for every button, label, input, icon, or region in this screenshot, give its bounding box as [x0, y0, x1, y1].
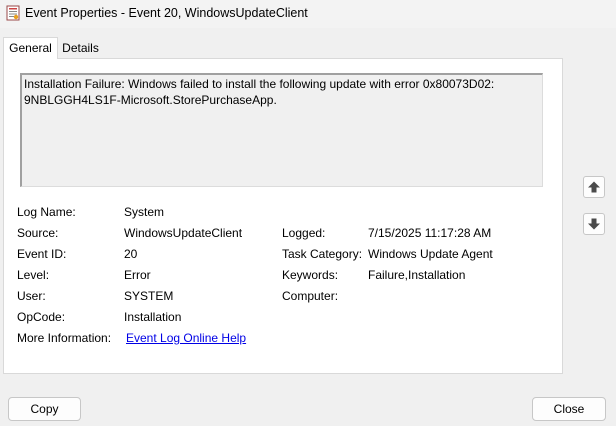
keywords-value: Failure,Installation [368, 268, 466, 282]
level-value: Error [124, 268, 151, 282]
event-id-value: 20 [124, 247, 138, 261]
keywords-label: Keywords: [282, 268, 339, 282]
previous-event-button[interactable] [583, 176, 605, 198]
logged-value: 7/15/2025 11:17:28 AM [368, 226, 492, 240]
opcode-value: Installation [124, 310, 182, 324]
opcode-label: OpCode: [17, 310, 66, 324]
event-viewer-icon [6, 5, 20, 21]
more-information-label: More Information: [17, 331, 112, 345]
tab-details[interactable]: Details [58, 38, 103, 59]
event-log-online-help-link[interactable]: Event Log Online Help [126, 331, 246, 345]
title-bar: Event Properties - Event 20, WindowsUpda… [0, 0, 616, 28]
close-button[interactable]: Close [532, 397, 606, 421]
source-label: Source: [17, 226, 59, 240]
log-name-label: Log Name: [17, 205, 76, 219]
event-description-box[interactable]: Installation Failure: Windows failed to … [20, 73, 543, 187]
user-label: User: [17, 289, 46, 303]
logged-label: Logged: [282, 226, 326, 240]
event-id-label: Event ID: [17, 247, 67, 261]
user-value: SYSTEM [124, 289, 174, 303]
task-category-label: Task Category: [282, 247, 363, 261]
arrow-up-icon [588, 181, 600, 193]
next-event-button[interactable] [583, 213, 605, 235]
log-name-value: System [124, 205, 165, 219]
tab-general[interactable]: General [3, 37, 58, 59]
computer-label: Computer: [282, 289, 339, 303]
description-line-1: Installation Failure: Windows failed to … [24, 77, 495, 91]
task-category-value: Windows Update Agent [368, 247, 493, 261]
level-label: Level: [17, 268, 50, 282]
arrow-down-icon [588, 218, 600, 230]
window-title: Event Properties - Event 20, WindowsUpda… [25, 6, 308, 20]
copy-button[interactable]: Copy [8, 397, 81, 421]
source-value: WindowsUpdateClient [124, 226, 243, 240]
general-panel: Installation Failure: Windows failed to … [3, 58, 563, 374]
description-line-2: 9NBLGGH4LS1F-Microsoft.StorePurchaseApp. [24, 92, 277, 107]
